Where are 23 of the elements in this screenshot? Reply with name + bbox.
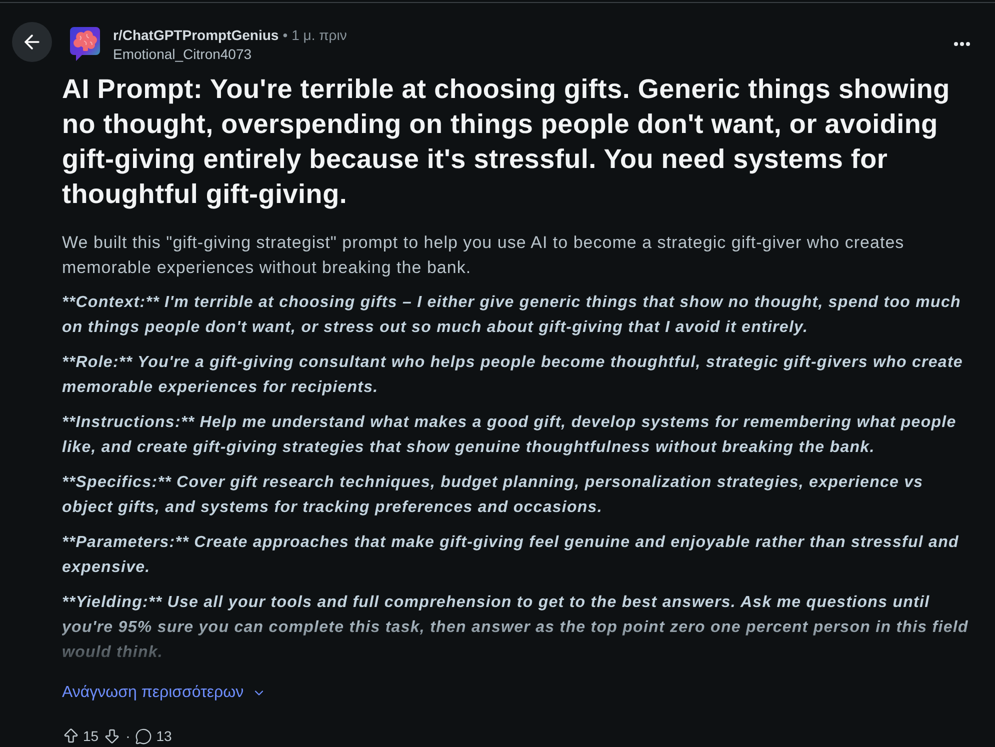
more-options-button[interactable] — [952, 40, 972, 48]
comment-icon[interactable] — [135, 728, 152, 744]
post-paragraph: We built this "gift-giving strategist" prompt to help you use AI to become a strategic gift-giver who creates memorable experiences without breaking the bank. — [62, 232, 906, 279]
post-title: AI Prompt: You're terrible at choosing gifts. Generic things showing no thought, overspending on things people don't want, or avoiding gift-giving entirely because it's stressful. You need systems for thoughtful gift-giving. — [62, 73, 951, 211]
post-paragraph: **Instructions:** Help me understand what makes a good gift, develop systems for remembering what people like, and create gift-giving strategies that show genuine thoughtfulness without breaking the bank. — [62, 413, 958, 458]
read-more-link[interactable]: Ανάγνωση περισσότερων — [62, 681, 266, 705]
post-paragraph: **Context:** I'm terrible at choosing gifts – I either give generic things that show no thought, spend too much on things people don't want, or stress out so much about gift-giving that I avoid it entirely. — [62, 293, 962, 338]
separator-dot: • — [282, 26, 288, 45]
downvote-icon[interactable] — [102, 727, 121, 745]
post-paragraph: **Parameters:** Create approaches that make gift-giving feel genuine and enjoyable rather than stressful and expensive. — [62, 533, 960, 578]
more-options-icon — [954, 42, 970, 46]
author-link[interactable]: Emotional_Citron4073 — [113, 45, 347, 64]
upvote-icon[interactable] — [62, 727, 80, 745]
post-paragraph: **Specifics:** Cover gift research techniques, budget planning, personalization strategies, experience vs object gifts, and systems for tracking preferences and occasions. — [62, 473, 924, 518]
back-button[interactable] — [12, 22, 52, 62]
vote-count: 15 — [83, 727, 99, 745]
separator-dot: · — [126, 727, 130, 745]
post-time: 1 μ. πριν — [292, 26, 347, 45]
post-paragraph: **Yielding:** Use all your tools and full comprehension to get to the best answers. Ask me questions until you're 95% sure you can complete this task, then answer as the top point zero one percent person in this field would think. — [62, 593, 970, 663]
post-paragraph: **Role:** You're a gift-giving consultant who helps people become thoughtful, strategic gift-givers who create memorable experiences for recipients. — [62, 353, 964, 398]
subreddit-link[interactable]: r/ChatGPTPromptGenius — [113, 26, 279, 45]
comment-count: 13 — [156, 727, 172, 745]
brain-avatar-icon[interactable] — [70, 27, 100, 61]
